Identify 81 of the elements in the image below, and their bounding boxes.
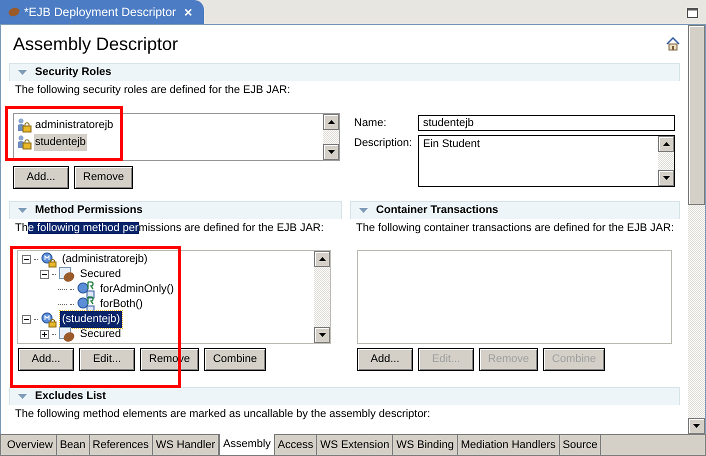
- action-button[interactable]: Edit...: [79, 348, 135, 371]
- maximize-icon[interactable]: [687, 8, 698, 18]
- scrollbar[interactable]: [658, 136, 674, 186]
- collapse-icon[interactable]: [18, 70, 27, 76]
- action-button[interactable]: Combine: [204, 348, 266, 371]
- name-field[interactable]: studentejb: [418, 115, 675, 131]
- collapse-toggle-icon[interactable]: [40, 270, 49, 279]
- action-button[interactable]: Add...: [357, 348, 414, 371]
- section-description: The following method permissions are defined for the EJB JAR:: [14, 221, 325, 236]
- home-icon[interactable]: [666, 37, 680, 51]
- page-tab[interactable]: Bean: [56, 435, 90, 455]
- scroll-down-button[interactable]: [688, 418, 705, 434]
- tab-title: *EJB Deployment Descriptor: [24, 4, 176, 21]
- section-header[interactable]: Excludes List: [9, 387, 680, 405]
- permissions-tree[interactable]: (administratorejb) Secured forAdminOnly() forBoth() (studentejb) Secured: [17, 250, 331, 344]
- section-header[interactable]: Container Transactions: [350, 201, 680, 219]
- page-tab[interactable]: Overview: [4, 435, 57, 455]
- scrollbar[interactable]: [314, 251, 330, 343]
- action-button[interactable]: Remove: [74, 166, 133, 189]
- bean-icon: [59, 326, 75, 342]
- tree-item[interactable]: (studentejb): [60, 311, 122, 328]
- collapse-icon[interactable]: [359, 208, 368, 214]
- role-lock-icon: [41, 312, 57, 328]
- down-arrow-icon: [662, 176, 670, 180]
- section-header[interactable]: Method Permissions: [9, 201, 342, 219]
- page-tab[interactable]: References: [90, 435, 153, 455]
- tree-item[interactable]: (administratorejb): [60, 251, 150, 268]
- scrollbar[interactable]: [323, 114, 339, 160]
- section-description: The following container transactions are defined for the EJB JAR:: [355, 221, 675, 236]
- tree-item[interactable]: Secured: [78, 266, 123, 283]
- close-button[interactable]: ×: [184, 2, 192, 22]
- roles-list[interactable]: administratorejb studentejb: [13, 113, 340, 161]
- expand-toggle-icon[interactable]: [40, 330, 49, 339]
- collapse-icon[interactable]: [18, 394, 27, 400]
- section-title: Method Permissions: [35, 203, 143, 218]
- scroll-up-button[interactable]: [314, 251, 330, 267]
- tree-item[interactable]: Secured: [78, 326, 123, 343]
- editor-tab[interactable]: *EJB Deployment Descriptor ×: [0, 0, 204, 24]
- up-arrow-icon: [662, 142, 670, 146]
- field-label: Name:: [354, 116, 388, 131]
- collapse-toggle-icon[interactable]: [22, 255, 31, 264]
- scroll-down-button[interactable]: [314, 327, 330, 343]
- page-title: Assembly Descriptor: [13, 32, 178, 56]
- collapse-toggle-icon[interactable]: [22, 315, 31, 324]
- page-tab[interactable]: Assembly: [219, 434, 275, 455]
- page-tab[interactable]: Source: [560, 435, 602, 455]
- action-button[interactable]: Add...: [13, 166, 69, 189]
- scroll-down-button[interactable]: [323, 144, 339, 160]
- scroll-thumb[interactable]: [688, 25, 705, 205]
- list-item[interactable]: administratorejb: [34, 117, 114, 134]
- page-tab[interactable]: WS Binding: [393, 435, 458, 455]
- description-field[interactable]: Ein Student: [418, 135, 675, 188]
- action-button[interactable]: Add...: [18, 348, 74, 371]
- tree-item[interactable]: forBoth(): [98, 296, 145, 313]
- collapse-icon[interactable]: [18, 208, 27, 214]
- section-title: Security Roles: [35, 65, 112, 80]
- page-tab[interactable]: Access: [274, 435, 318, 455]
- person-lock-icon: [17, 118, 32, 133]
- list-item[interactable]: studentejb: [34, 134, 87, 151]
- method-icon: [77, 280, 95, 298]
- section-title: Container Transactions: [376, 203, 498, 218]
- scroll-up-button[interactable]: [323, 114, 339, 130]
- scroll-up-button[interactable]: [658, 136, 674, 152]
- section-title: Excludes List: [35, 389, 106, 404]
- down-arrow-icon: [693, 424, 700, 428]
- section-header[interactable]: Security Roles: [9, 63, 680, 81]
- field-label: Description:: [354, 136, 414, 152]
- section-description: The following method elements are marked as uncallable by the assembly descriptor:: [14, 407, 432, 422]
- tree-item[interactable]: forAdminOnly(): [98, 281, 176, 298]
- down-arrow-icon: [328, 150, 334, 154]
- bean-icon: [59, 266, 75, 282]
- person-lock-icon: [17, 135, 32, 150]
- down-arrow-icon: [318, 333, 326, 337]
- up-arrow-icon: [318, 257, 326, 261]
- scroll-down-button[interactable]: [658, 170, 674, 186]
- section-description: The following security roles are defined for the EJB JAR:: [14, 83, 292, 98]
- page-tab[interactable]: WS Extension: [317, 435, 394, 455]
- page-tab[interactable]: Mediation Handlers: [458, 435, 560, 455]
- bean-icon: [8, 7, 20, 17]
- up-arrow-icon: [328, 120, 334, 124]
- role-lock-icon: [41, 252, 57, 268]
